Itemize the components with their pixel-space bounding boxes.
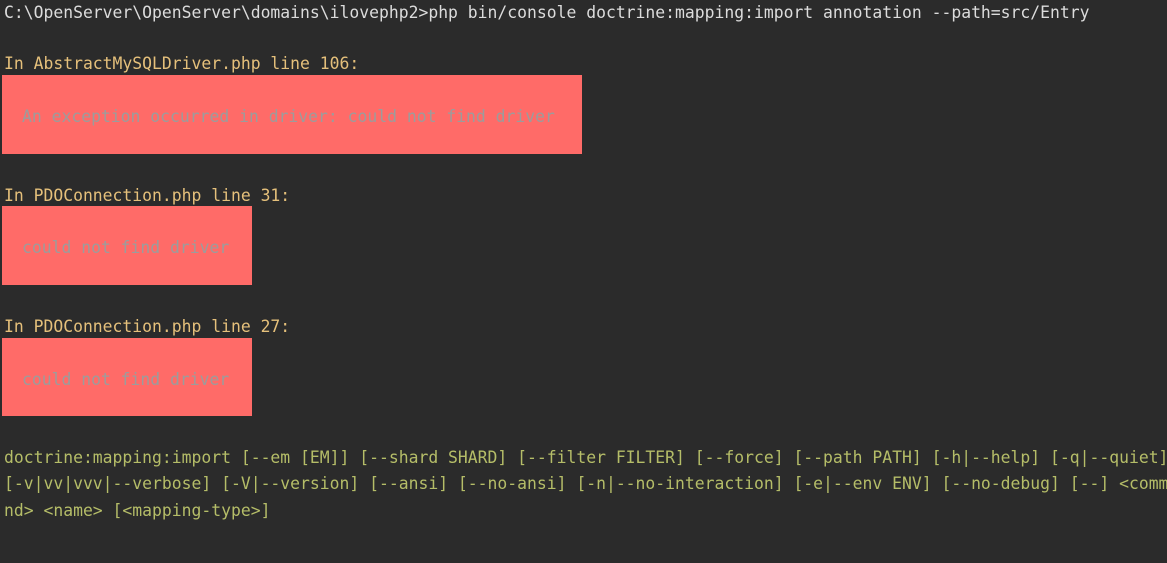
error-message-1: An exception occurred in driver: could n… bbox=[22, 107, 555, 126]
usage-line-3: nd> <name> [<mapping-type>] bbox=[4, 501, 271, 520]
error-block-3: could not find driver bbox=[2, 338, 252, 416]
error-location-1: In AbstractMySQLDriver.php line 106: bbox=[4, 54, 360, 73]
usage-line-1: doctrine:mapping:import [--em [EM]] [--s… bbox=[4, 448, 1167, 467]
usage-line-2: [-v|vv|vvv|--verbose] [-V|--version] [--… bbox=[4, 474, 1167, 493]
error-block-1: An exception occurred in driver: could n… bbox=[2, 75, 582, 154]
error-location-3: In PDOConnection.php line 27: bbox=[4, 317, 291, 336]
command-line: C:\OpenServer\OpenServer\domains\iloveph… bbox=[4, 3, 1090, 22]
terminal-window[interactable]: C:\OpenServer\OpenServer\domains\iloveph… bbox=[0, 0, 1167, 563]
error-message-2: could not find driver bbox=[22, 238, 230, 257]
error-message-3: could not find driver bbox=[22, 370, 230, 389]
error-block-2: could not find driver bbox=[2, 206, 252, 285]
